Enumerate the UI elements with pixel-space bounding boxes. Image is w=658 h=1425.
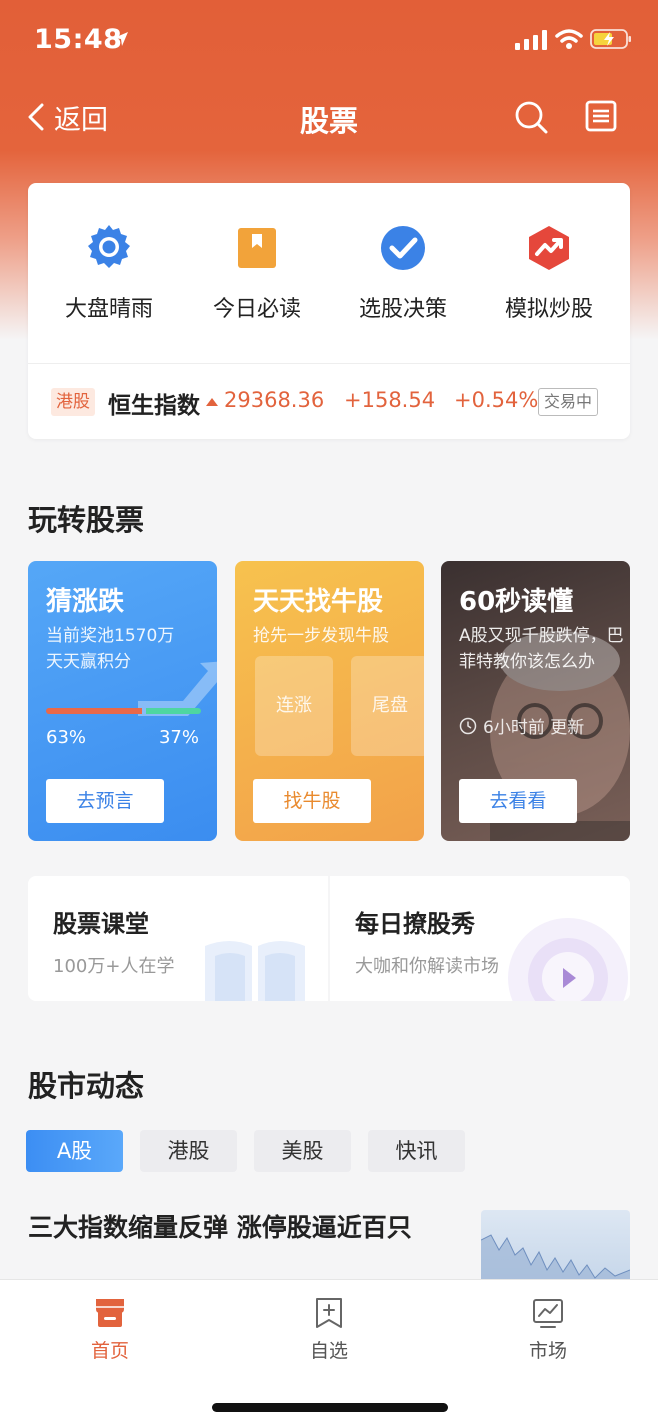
news-thumbnail[interactable] — [481, 1210, 630, 1280]
home-indicator — [212, 1403, 448, 1412]
menu-icon[interactable] — [585, 100, 617, 132]
check-icon — [381, 226, 425, 270]
course-title: 每日撩股秀 — [355, 910, 475, 938]
market-chart-icon — [533, 1299, 563, 1328]
course-subtitle: 100万+人在学 — [53, 956, 175, 977]
tab-hk-stocks[interactable]: 港股 — [140, 1130, 237, 1172]
nav-watchlist-label: 自选 — [309, 1340, 348, 1362]
quick-item-market-weather[interactable]: 大盘晴雨 — [34, 223, 184, 323]
quick-item-label: 模拟炒股 — [504, 297, 593, 322]
add-watchlist-icon — [316, 1298, 342, 1328]
tab-a-shares[interactable]: A股 — [26, 1130, 123, 1172]
closing-box: 尾盘 — [351, 656, 424, 756]
up-percent: 63% — [46, 727, 87, 748]
battery-charging-icon — [590, 29, 631, 49]
daily-show-card[interactable]: 每日撩股秀 大咖和你解读市场 — [330, 876, 630, 1001]
card-subtitle: 抢先一步发现牛股 — [253, 626, 389, 646]
nav-market-label: 市场 — [528, 1340, 567, 1362]
nav-bar: 返回 股票 — [0, 80, 658, 154]
news-headline[interactable]: 三大指数缩量反弹 涨停股逼近百只 — [28, 1208, 412, 1244]
index-price: 29368.36 — [224, 388, 325, 412]
status-badge: 交易中 — [538, 388, 599, 416]
status-bar: 15:48 — [0, 0, 658, 80]
book-icon — [205, 941, 305, 1001]
bookmark-icon — [238, 228, 276, 268]
location-arrow-icon — [114, 32, 128, 46]
update-time-text: 6小时前 更新 — [483, 718, 585, 738]
trend-icon — [529, 226, 569, 270]
card-subtitle: 当前奖池1570万 天天赢积分 — [46, 623, 211, 675]
section-title-market: 股市动态 — [28, 1069, 145, 1103]
index-percent: +0.54% — [454, 388, 539, 412]
clock-icon — [459, 717, 477, 734]
index-name: 恒生指数 — [108, 393, 200, 419]
tab-us-stocks[interactable]: 美股 — [254, 1130, 351, 1172]
stock-class-card[interactable]: 股票课堂 100万+人在学 — [28, 876, 328, 1001]
quick-item-label: 大盘晴雨 — [64, 297, 153, 322]
wifi-icon — [555, 29, 583, 49]
read-60s-card[interactable]: 60秒读懂 A股又现千股跌停，巴菲特教你该怎么办 6小时前 更新 去看看 — [441, 561, 630, 841]
page-title: 股票 — [299, 104, 358, 138]
chart-thumbnail-image — [481, 1234, 630, 1280]
index-change: +158.54 — [344, 388, 436, 412]
down-percent: 37% — [158, 727, 199, 748]
points-text: 天天赢积分 — [46, 652, 131, 672]
section-title-play: 玩转股票 — [28, 503, 145, 537]
guess-card[interactable]: 猜涨跌 当前奖池1570万 天天赢积分 63% 37% 去预言 — [28, 561, 217, 841]
go-see-button[interactable]: 去看看 — [459, 779, 577, 823]
nav-home-label: 首页 — [90, 1340, 129, 1362]
search-icon[interactable] — [514, 100, 548, 134]
status-time: 15:48 — [34, 24, 123, 55]
quick-actions-card: 大盘晴雨 今日必读 选股决策 模拟炒股 港股 恒生指数 29368.36 +15… — [28, 183, 630, 439]
up-arrow-icon — [206, 398, 218, 406]
up-ratio-bar — [46, 708, 142, 714]
prize-pool-text: 当前奖池1570万 — [46, 626, 175, 646]
course-title: 股票课堂 — [53, 910, 149, 938]
gear-icon — [88, 225, 130, 268]
quick-item-label: 选股决策 — [358, 297, 447, 322]
update-time: 6小时前 更新 — [459, 713, 584, 738]
play-icon — [508, 918, 628, 1001]
quick-item-stock-picker[interactable]: 选股决策 — [328, 223, 478, 323]
find-bull-card[interactable]: 天天找牛股 抢先一步发现牛股 连涨 尾盘 找牛股 — [235, 561, 424, 841]
index-ticker-row[interactable]: 港股 恒生指数 29368.36 +158.54 +0.54% 交易中 — [28, 364, 630, 439]
consecutive-rise-box: 连涨 — [255, 656, 333, 756]
find-bull-button[interactable]: 找牛股 — [253, 779, 371, 823]
quick-item-sim-trading[interactable]: 模拟炒股 — [474, 223, 624, 323]
card-title: 猜涨跌 — [46, 587, 125, 617]
course-subtitle: 大咖和你解读市场 — [355, 956, 499, 977]
card-subtitle: A股又现千股跌停，巴菲特教你该怎么办 — [459, 626, 624, 672]
tab-flash-news[interactable]: 快讯 — [368, 1130, 465, 1172]
home-store-icon — [96, 1299, 124, 1327]
down-ratio-bar — [146, 708, 201, 714]
card-title: 天天找牛股 — [253, 587, 384, 617]
quick-item-label: 今日必读 — [212, 297, 301, 322]
signal-icon — [515, 30, 547, 50]
nav-watchlist[interactable]: 自选 — [269, 1296, 389, 1363]
quick-item-daily-read[interactable]: 今日必读 — [182, 223, 332, 323]
predict-button[interactable]: 去预言 — [46, 779, 164, 823]
nav-market[interactable]: 市场 — [488, 1296, 608, 1363]
card-title: 60秒读懂 — [459, 587, 574, 617]
market-tag: 港股 — [51, 388, 95, 416]
nav-home[interactable]: 首页 — [50, 1296, 170, 1363]
